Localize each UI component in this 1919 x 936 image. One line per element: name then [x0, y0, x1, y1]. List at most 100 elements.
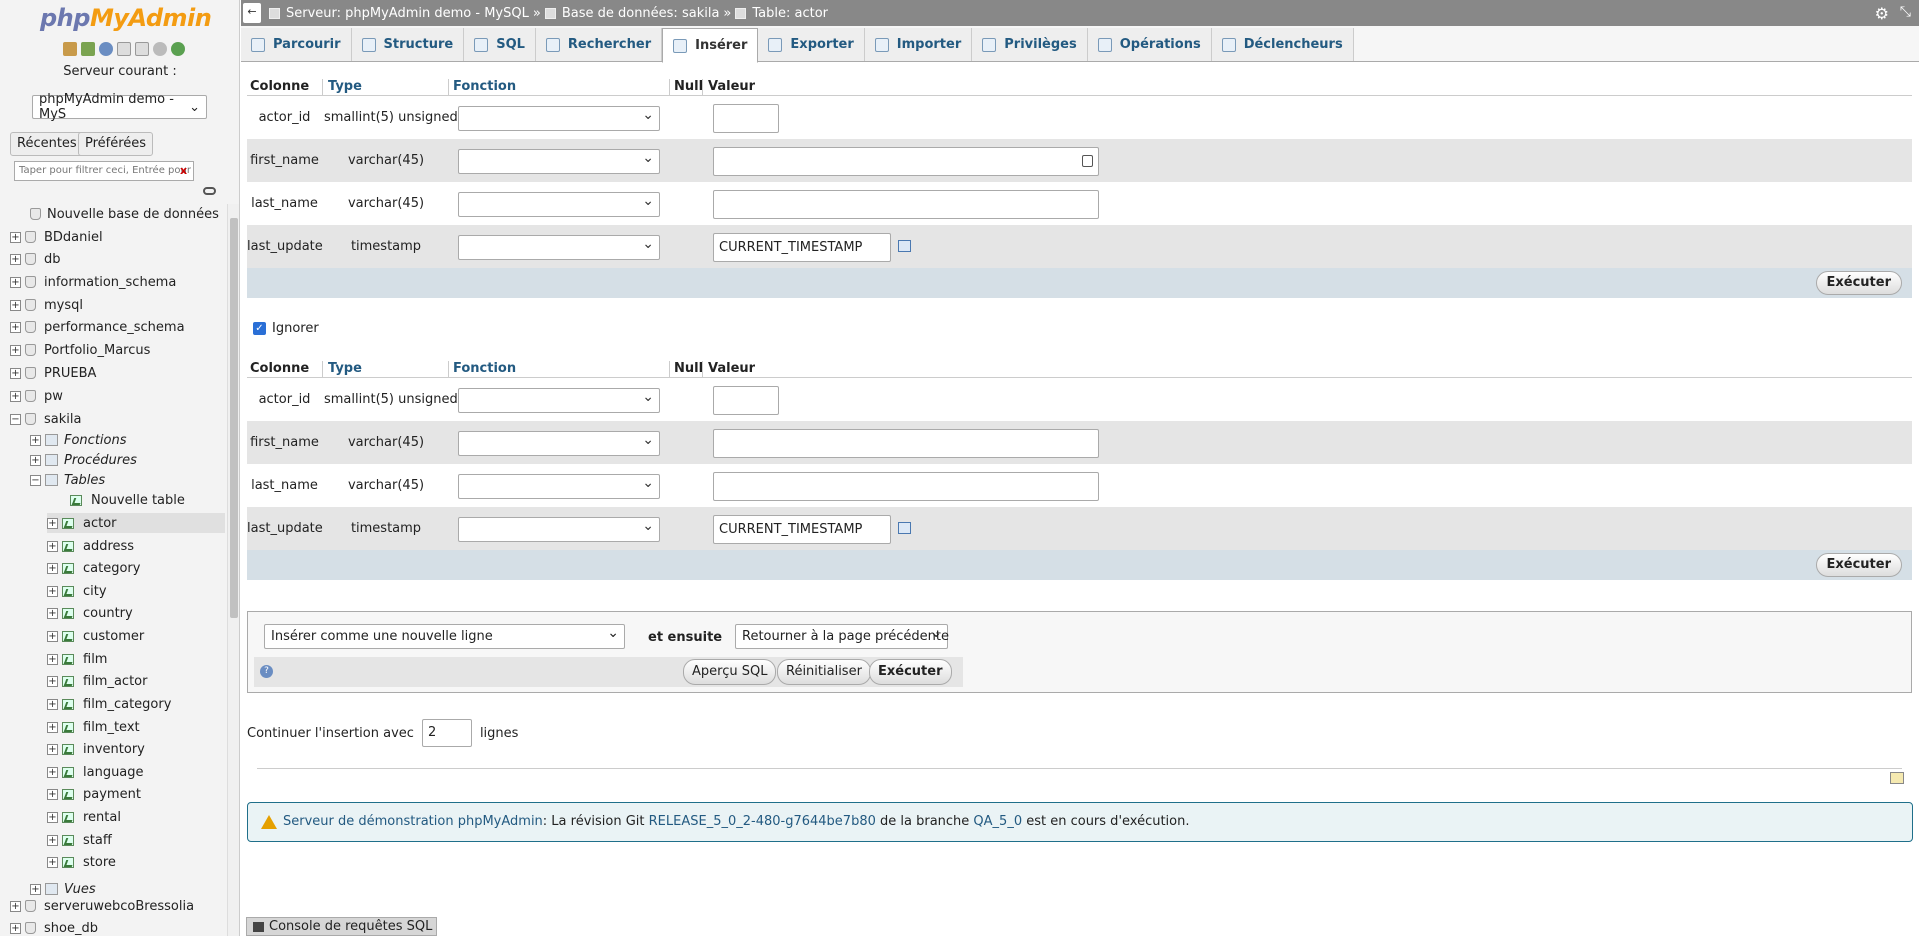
- db-item-sakila[interactable]: − sakila: [10, 409, 81, 429]
- after-insert-select[interactable]: Retourner à la page précédente: [735, 624, 949, 649]
- table-item[interactable]: + store: [47, 852, 116, 872]
- db-item[interactable]: + pw: [10, 386, 63, 406]
- db-item[interactable]: + shoe_db: [10, 918, 98, 936]
- table-item[interactable]: + customer: [47, 626, 144, 646]
- value-input[interactable]: [713, 190, 1099, 219]
- nav-scrollbar[interactable]: [227, 204, 239, 936]
- reload-icon[interactable]: [171, 42, 185, 56]
- expand-icon[interactable]: +: [10, 367, 21, 379]
- db-item[interactable]: + performance_schema: [10, 317, 185, 337]
- value-input[interactable]: [713, 104, 779, 133]
- demo-server-link[interactable]: Serveur de démonstration phpMyAdmin: [283, 814, 543, 829]
- value-input[interactable]: [713, 429, 1099, 458]
- expand-icon[interactable]: +: [47, 721, 58, 733]
- filter-input[interactable]: Taper pour filtrer ceci, Entrée pour tou…: [14, 161, 194, 181]
- exit-icon[interactable]: [81, 42, 95, 56]
- phpmyadmin-logo[interactable]: phpMyAdmin: [40, 4, 212, 32]
- new-database-item[interactable]: Nouvelle base de données: [30, 204, 219, 224]
- docs-icon[interactable]: [117, 42, 131, 56]
- sql-console-toggle[interactable]: Console de requêtes SQL: [246, 917, 438, 936]
- tab-search[interactable]: Rechercher: [535, 28, 663, 61]
- settings-gear-icon[interactable]: ⚙: [1875, 4, 1889, 23]
- value-input[interactable]: [713, 147, 1099, 176]
- header-function[interactable]: Fonction: [453, 79, 516, 94]
- header-type[interactable]: Type: [328, 79, 362, 94]
- git-branch-link[interactable]: QA_5_0: [973, 814, 1022, 829]
- password-manager-icon[interactable]: [1082, 155, 1093, 167]
- function-select[interactable]: [458, 517, 660, 542]
- expand-icon[interactable]: +: [47, 856, 58, 868]
- expand-icon[interactable]: +: [47, 743, 58, 755]
- calendar-icon[interactable]: [898, 240, 911, 252]
- tab-browse[interactable]: Parcourir: [241, 28, 352, 61]
- function-select[interactable]: [458, 388, 660, 413]
- expand-icon[interactable]: +: [47, 811, 58, 823]
- function-select[interactable]: [458, 106, 660, 131]
- table-item[interactable]: + staff: [47, 830, 112, 850]
- breadcrumb-server[interactable]: Serveur: phpMyAdmin demo - MySQL: [286, 6, 529, 21]
- expand-icon[interactable]: +: [47, 540, 58, 552]
- expand-icon[interactable]: +: [47, 675, 58, 687]
- table-item[interactable]: + address: [47, 536, 134, 556]
- value-input[interactable]: [713, 472, 1099, 501]
- preview-sql-button[interactable]: Aperçu SQL: [683, 659, 777, 685]
- db-item[interactable]: + Portfolio_Marcus: [10, 340, 150, 360]
- expand-icon[interactable]: +: [10, 276, 21, 288]
- header-type[interactable]: Type: [328, 361, 362, 376]
- server-select[interactable]: phpMyAdmin demo - MyS ⌄: [32, 92, 207, 122]
- tab-privileges[interactable]: Privilèges: [972, 28, 1088, 61]
- expand-icon[interactable]: +: [47, 630, 58, 642]
- collapse-nav-button[interactable]: ←: [243, 3, 261, 23]
- group-tables[interactable]: − Tables: [30, 470, 105, 490]
- function-select[interactable]: [458, 192, 660, 217]
- calendar-icon[interactable]: [898, 522, 911, 534]
- git-revision-link[interactable]: RELEASE_5_0_2-480-g7644be7b80: [649, 814, 876, 829]
- expand-icon[interactable]: +: [47, 517, 58, 529]
- function-select[interactable]: [458, 431, 660, 456]
- tab-operations[interactable]: Opérations: [1087, 28, 1212, 61]
- table-item[interactable]: + film: [47, 649, 107, 669]
- breadcrumb-database[interactable]: Base de données: sakila: [562, 6, 720, 21]
- expand-icon[interactable]: +: [47, 698, 58, 710]
- help-icon[interactable]: ?: [260, 665, 273, 678]
- function-select[interactable]: [458, 149, 660, 174]
- clear-filter-button[interactable]: x: [180, 164, 187, 177]
- table-item[interactable]: + country: [47, 603, 133, 623]
- ignore-checkbox-row[interactable]: ✓ Ignorer: [253, 321, 319, 336]
- expand-icon[interactable]: +: [10, 900, 21, 912]
- table-item[interactable]: + film_category: [47, 694, 171, 714]
- function-select[interactable]: [458, 235, 660, 260]
- expand-icon[interactable]: +: [30, 883, 41, 895]
- value-input[interactable]: CURRENT_TIMESTAMP: [713, 233, 891, 262]
- value-input[interactable]: CURRENT_TIMESTAMP: [713, 515, 891, 544]
- header-function[interactable]: Fonction: [453, 361, 516, 376]
- collapse-icon[interactable]: −: [30, 474, 41, 486]
- checkbox-checked-icon[interactable]: ✓: [253, 322, 266, 335]
- table-item[interactable]: + rental: [47, 807, 121, 827]
- tab-triggers[interactable]: Déclencheurs: [1211, 28, 1354, 61]
- maximize-icon[interactable]: ⤡: [1900, 4, 1911, 20]
- table-item[interactable]: + payment: [47, 784, 141, 804]
- new-table-item[interactable]: Nouvelle table: [70, 490, 185, 510]
- gear-icon[interactable]: [153, 42, 167, 56]
- insert-mode-select[interactable]: Insérer comme une nouvelle ligne: [264, 624, 625, 649]
- expand-icon[interactable]: +: [47, 766, 58, 778]
- collapse-icon[interactable]: −: [10, 413, 21, 425]
- function-select[interactable]: [458, 474, 660, 499]
- table-item[interactable]: + film_actor: [47, 671, 147, 691]
- expand-icon[interactable]: +: [10, 922, 21, 934]
- nav-scrollbar-thumb[interactable]: [230, 218, 238, 618]
- value-input[interactable]: [713, 386, 779, 415]
- reset-button[interactable]: Réinitialiser: [777, 659, 871, 685]
- expand-icon[interactable]: +: [10, 231, 21, 243]
- tab-export[interactable]: Exporter: [758, 28, 865, 61]
- db-item[interactable]: + db: [10, 249, 61, 269]
- db-item[interactable]: + serveruwebcoBressolia: [10, 896, 194, 916]
- expand-icon[interactable]: +: [47, 788, 58, 800]
- link-icon[interactable]: [203, 187, 216, 195]
- expand-icon[interactable]: +: [47, 562, 58, 574]
- tab-import[interactable]: Importer: [864, 28, 973, 61]
- db-item[interactable]: + PRUEBA: [10, 363, 96, 383]
- db-item[interactable]: + information_schema: [10, 272, 176, 292]
- copy-icon[interactable]: [135, 42, 149, 56]
